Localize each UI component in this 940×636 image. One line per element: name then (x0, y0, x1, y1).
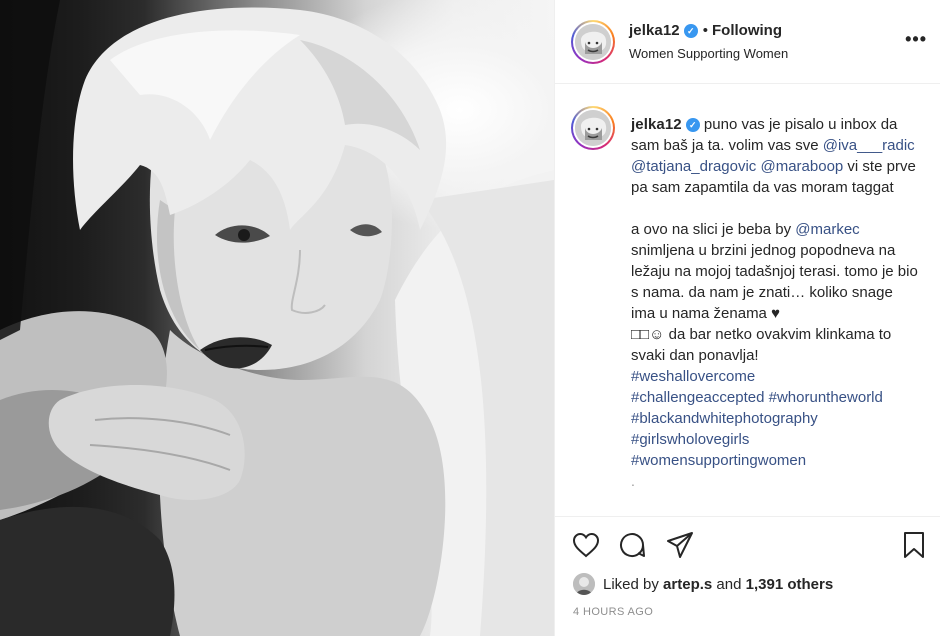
likes-count-link[interactable]: 1,391 others (746, 576, 834, 593)
hashtag-link[interactable]: #blackandwhitephotography (631, 410, 818, 427)
heart-icon[interactable] (571, 530, 601, 560)
caption-text: jelka12 ✓ puno vas je pisalo u inbox da s… (631, 114, 921, 492)
share-icon[interactable] (665, 530, 695, 560)
post-side-panel: jelka12 ✓ • Following Women Supporting Wome… (554, 0, 940, 636)
mention-link[interactable]: @maraboop (760, 158, 843, 175)
author-avatar[interactable] (571, 20, 615, 64)
following-button[interactable]: Following (712, 22, 782, 39)
comment-icon[interactable] (617, 530, 647, 560)
mention-link[interactable]: @tatjana_dragovic (631, 158, 756, 175)
liked-by-prefix: Liked by (603, 575, 659, 593)
caption-continuation: . (631, 473, 635, 489)
avatar-portrait (575, 110, 611, 146)
save-icon[interactable] (899, 530, 929, 560)
mention-link[interactable]: @iva___radic (823, 137, 915, 154)
liker-avatar[interactable] (573, 573, 595, 595)
more-options-icon[interactable]: ••• (905, 30, 927, 48)
likes-summary: Liked by artep.s and 1,391 others (573, 572, 833, 596)
caption-avatar[interactable] (571, 106, 615, 150)
post-photo[interactable] (0, 0, 554, 636)
post-header: jelka12 ✓ • Following Women Supporting Wome… (555, 0, 940, 84)
liker-portrait (573, 573, 595, 595)
caption-section: jelka12 ✓ puno vas je pisalo u inbox da s… (555, 84, 940, 516)
liked-by-middle: and (716, 575, 742, 593)
mention-link[interactable]: @markec (795, 221, 859, 238)
photo-art (0, 0, 554, 636)
liker-username[interactable]: artep.s (663, 576, 712, 593)
avatar-portrait (575, 24, 611, 60)
follow-separator: • (702, 22, 709, 39)
verified-badge-icon: ✓ (685, 118, 700, 132)
verified-badge-icon: ✓ (683, 24, 698, 38)
author-username[interactable]: jelka12 (629, 22, 680, 39)
caption-body: snimljena u brzini jednog popodneva na l… (631, 242, 918, 364)
caption-username[interactable]: jelka12 (631, 116, 682, 133)
hashtag-link[interactable]: #challengeaccepted (631, 389, 764, 406)
post-location[interactable]: Women Supporting Women (629, 46, 788, 61)
hashtag-link[interactable]: #weshallovercome (631, 368, 755, 385)
hashtag-link[interactable]: #womensupportingwomen (631, 452, 806, 469)
post-actions: Liked by artep.s and 1,391 others 4 HOUR… (555, 516, 940, 636)
hashtag-link[interactable]: #whoruntheworld (769, 389, 883, 406)
hashtag-link[interactable]: #girlswholovegirls (631, 431, 749, 448)
post-timestamp[interactable]: 4 HOURS AGO (573, 606, 653, 618)
